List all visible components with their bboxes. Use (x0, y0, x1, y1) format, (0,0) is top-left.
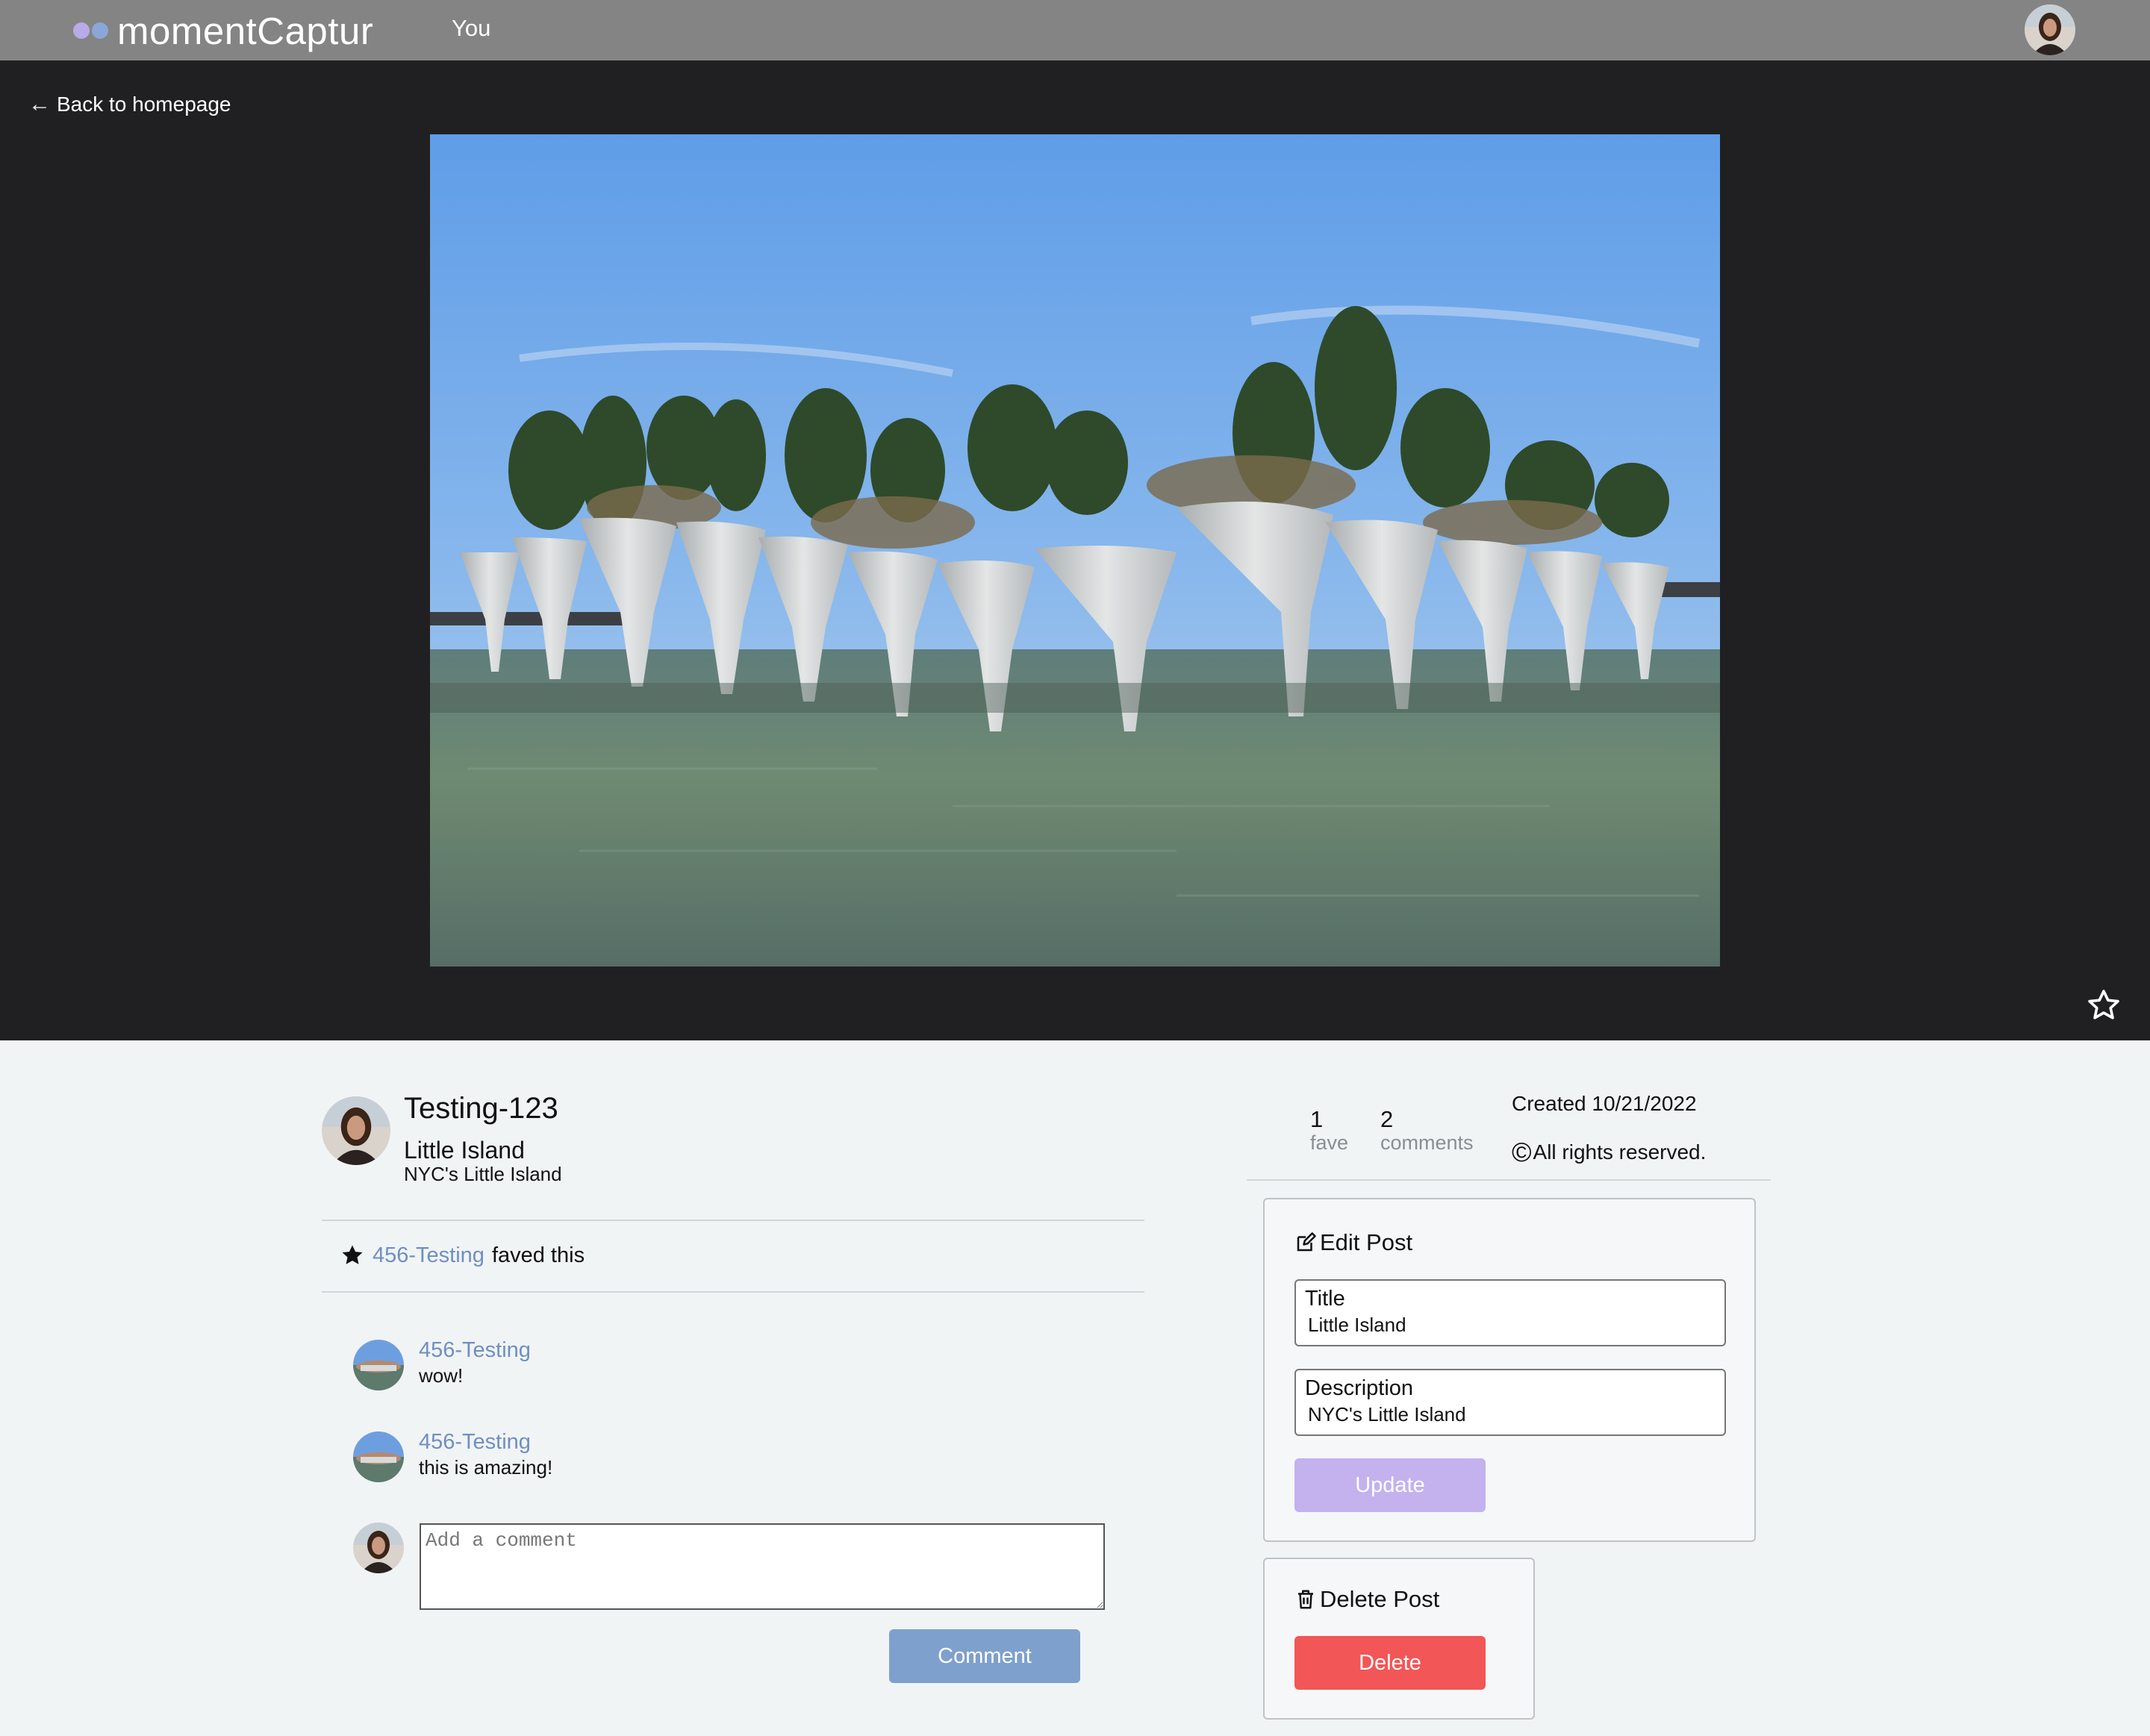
logo-dot-icon (73, 22, 90, 39)
comment-text: this is amazing! (419, 1456, 553, 1479)
rights-notice: © All rights reserved. (1512, 1139, 1706, 1166)
photo-hero: ← Back to homepage (0, 60, 2150, 1040)
brand-logo[interactable]: momentCaptur (73, 9, 373, 52)
description-input[interactable] (1308, 1403, 1711, 1426)
favorite-star-icon[interactable] (2086, 987, 2122, 1023)
divider (322, 1220, 1144, 1221)
post-author-name[interactable]: Testing-123 (404, 1092, 558, 1125)
copyright-icon: © (1512, 1137, 1532, 1167)
comment-user-link[interactable]: 456-Testing (419, 1430, 552, 1455)
update-button[interactable]: Update (1294, 1458, 1486, 1512)
comment-text: wow! (419, 1364, 464, 1387)
brand-name: momentCaptur (117, 9, 374, 52)
edit-icon (1297, 1232, 1316, 1252)
edit-post-heading: Edit Post (1294, 1229, 1412, 1256)
comments-count: 2 (1380, 1106, 1394, 1132)
current-user-avatar (353, 1523, 404, 1573)
trash-icon (1298, 1590, 1313, 1609)
user-avatar[interactable] (2025, 4, 2075, 55)
top-nav: momentCaptur You (0, 0, 2150, 60)
nav-you-link[interactable]: You (452, 15, 490, 42)
divider (1247, 1179, 1771, 1181)
faved-by-user-link[interactable]: 456-Testing (373, 1243, 484, 1268)
faves-label: fave (1310, 1131, 1349, 1154)
post-description: NYC's Little Island (404, 1163, 562, 1185)
title-field-label: Title (1305, 1287, 1345, 1311)
comments-label: comments (1380, 1131, 1474, 1154)
comment-button[interactable]: Comment (889, 1629, 1080, 1683)
arrow-left-icon: ← (28, 92, 51, 116)
faved-by-row: 456-Testing faved this (340, 1243, 585, 1268)
commenter-avatar[interactable] (353, 1340, 404, 1390)
comment-input[interactable] (420, 1523, 1105, 1610)
created-date: Created 10/21/2022 (1512, 1092, 1697, 1115)
faved-text: faved this (491, 1243, 585, 1267)
post-title: Little Island (404, 1137, 525, 1164)
delete-post-panel: Delete Post Delete (1263, 1558, 1535, 1720)
description-field-label: Description (1305, 1376, 1414, 1400)
star-filled-icon (342, 1245, 363, 1264)
description-field[interactable]: Description (1294, 1369, 1726, 1436)
comment-user-link[interactable]: 456-Testing (419, 1338, 531, 1363)
back-link-label: Back to homepage (57, 93, 231, 116)
comment-item: 456-Testing this is amazing! (353, 1430, 553, 1482)
title-input[interactable] (1308, 1314, 1711, 1337)
edit-post-heading-text: Edit Post (1320, 1229, 1413, 1255)
faves-count: 1 (1310, 1106, 1324, 1132)
delete-post-heading: Delete Post (1294, 1586, 1439, 1613)
back-to-homepage-link[interactable]: ← Back to homepage (28, 92, 231, 117)
delete-post-heading-text: Delete Post (1320, 1586, 1440, 1612)
commenter-avatar[interactable] (353, 1431, 404, 1482)
title-field[interactable]: Title (1294, 1279, 1726, 1346)
divider (322, 1291, 1144, 1293)
author-avatar[interactable] (322, 1096, 390, 1165)
logo-dot-icon (92, 22, 108, 39)
post-photo (430, 134, 1720, 967)
delete-button[interactable]: Delete (1294, 1636, 1486, 1690)
comment-item: 456-Testing wow! (353, 1338, 531, 1390)
edit-post-panel: Edit Post Title Description Update (1263, 1198, 1756, 1542)
rights-text: All rights reserved. (1533, 1140, 1707, 1164)
